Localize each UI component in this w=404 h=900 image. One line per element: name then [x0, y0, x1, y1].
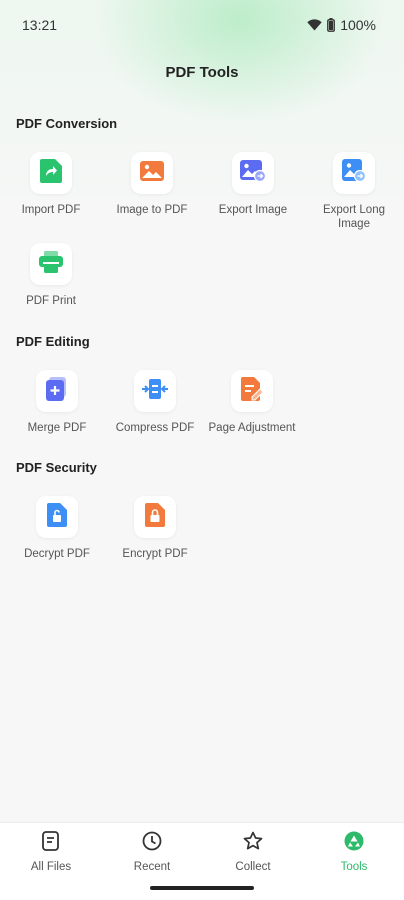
page-adjustment-icon: [241, 376, 264, 406]
tool-label: Encrypt PDF: [122, 548, 188, 560]
nav-recent[interactable]: Recent: [112, 831, 192, 873]
encrypt-pdf-icon: [145, 502, 165, 532]
tool-export-image[interactable]: Export Image: [205, 152, 301, 217]
nav-tools[interactable]: Tools: [314, 831, 394, 873]
merge-pdf-icon: [46, 376, 68, 406]
tool-label: Decrypt PDF: [24, 548, 90, 560]
tool-export-long-image[interactable]: Export Long Image: [306, 152, 402, 231]
import-pdf-icon: [40, 158, 62, 188]
nav-label: Tools: [340, 861, 368, 873]
status-icons: 100%: [307, 17, 376, 33]
tool-label: PDF Print: [26, 295, 76, 307]
recent-clock-icon: [142, 831, 162, 856]
tool-label: Export Image: [218, 204, 288, 216]
nav-label: Recent: [133, 861, 171, 873]
tool-merge-pdf[interactable]: Merge PDF: [9, 370, 105, 435]
tool-label: Compress PDF: [115, 422, 195, 434]
section-title-pdf-security: PDF Security: [16, 460, 97, 475]
tools-icon: [344, 831, 364, 856]
nav-label: Collect: [235, 861, 271, 873]
all-files-icon: [42, 831, 60, 856]
compress-pdf-icon: [142, 378, 168, 404]
tool-label: Export Long Image: [322, 204, 385, 230]
tool-compress-pdf[interactable]: Compress PDF: [107, 370, 203, 435]
battery-percent: 100%: [340, 17, 376, 33]
pdf-print-icon: [39, 250, 63, 278]
page-title: PDF Tools: [165, 64, 239, 81]
section-title-pdf-conversion: PDF Conversion: [16, 116, 118, 131]
tool-pdf-print[interactable]: PDF Print: [3, 243, 99, 308]
nav-all-files[interactable]: All Files: [11, 831, 91, 873]
tool-page-adjustment[interactable]: Page Adjustment: [204, 370, 300, 435]
tool-decrypt-pdf[interactable]: Decrypt PDF: [9, 496, 105, 561]
tool-import-pdf[interactable]: Import PDF: [3, 152, 99, 217]
export-long-image-icon: [342, 158, 367, 188]
nav-collect[interactable]: Collect: [213, 831, 293, 873]
image-to-pdf-icon: [140, 160, 164, 186]
tool-encrypt-pdf[interactable]: Encrypt PDF: [107, 496, 203, 561]
collect-star-icon: [243, 831, 263, 856]
tool-label: Import PDF: [21, 204, 81, 216]
tool-label: Merge PDF: [27, 422, 87, 434]
battery-icon: [327, 18, 336, 32]
status-bar: 13:21 100%: [0, 0, 404, 50]
nav-label: All Files: [30, 861, 72, 873]
tool-image-to-pdf[interactable]: Image to PDF: [104, 152, 200, 217]
tool-label: Page Adjustment: [208, 422, 296, 434]
tool-label: Image to PDF: [116, 204, 188, 216]
section-title-pdf-editing: PDF Editing: [16, 334, 90, 349]
decrypt-pdf-icon: [47, 502, 67, 532]
wifi-icon: [307, 19, 322, 31]
export-image-icon: [240, 159, 267, 187]
home-indicator[interactable]: [150, 886, 254, 890]
status-time: 13:21: [22, 17, 58, 33]
